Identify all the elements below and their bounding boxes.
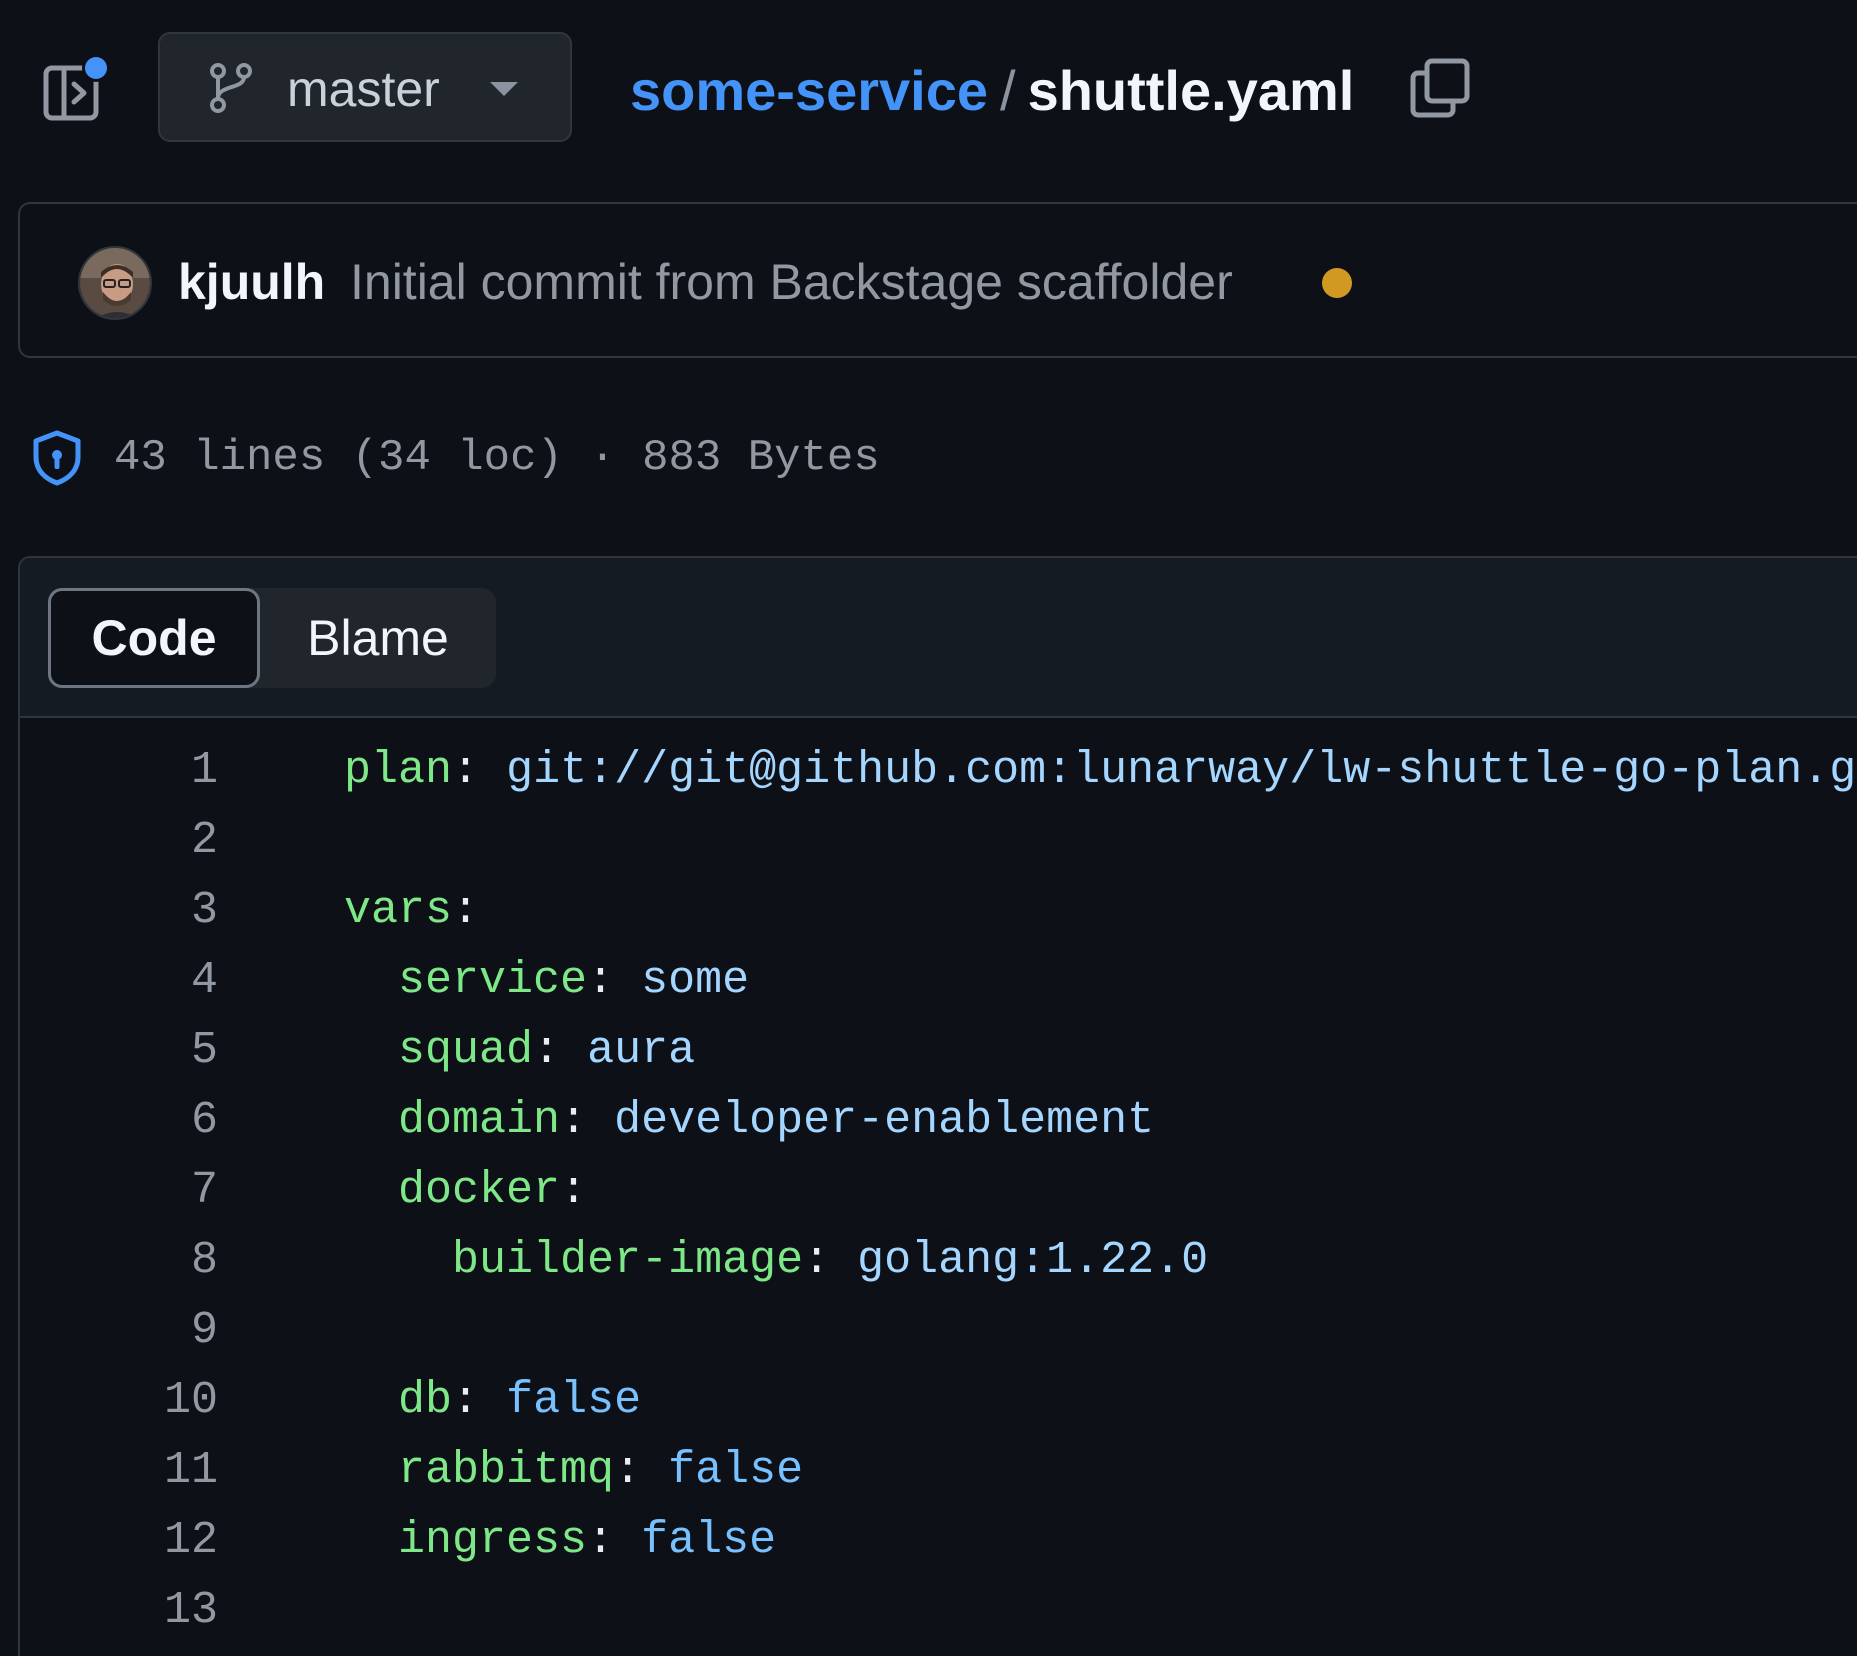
file-viewer-header: Code Blame	[20, 558, 1857, 718]
yaml-colon: :	[533, 1025, 561, 1076]
yaml-colon: :	[803, 1235, 831, 1286]
commit-author-link[interactable]: kjuulh	[178, 252, 325, 312]
line-number[interactable]: 1	[20, 736, 218, 806]
code-content: service: some	[344, 946, 749, 1016]
file-header-bar: master some-service / shuttle.yaml	[0, 0, 1857, 176]
yaml-key: docker	[398, 1165, 561, 1216]
code-line: 7 docker:	[20, 1156, 1857, 1226]
code-line: 6 domain: developer-enablement	[20, 1086, 1857, 1156]
yaml-value: false	[641, 1515, 777, 1566]
line-number[interactable]: 12	[20, 1506, 218, 1576]
yaml-value: developer-enablement	[614, 1095, 1155, 1146]
code-content: domain: developer-enablement	[344, 1086, 1154, 1156]
notification-dot	[85, 57, 107, 79]
file-viewer: Code Blame 1 plan: git://git@github.com:l…	[18, 556, 1857, 1656]
yaml-key: plan	[344, 745, 453, 796]
code-content: squad: aura	[344, 1016, 695, 1086]
code-content: rabbitmq: false	[344, 1436, 803, 1506]
code-line: 11 rabbitmq: false	[20, 1436, 1857, 1506]
code-line: 3 vars:	[20, 876, 1857, 946]
latest-commit-box: kjuulh Initial commit from Backstage sca…	[18, 202, 1857, 358]
yaml-value: false	[506, 1375, 642, 1426]
code-content: vars:	[344, 876, 479, 946]
code-content: plan: git://git@github.com:lunarway/lw-s…	[344, 736, 1857, 806]
view-mode-toggle: Code Blame	[48, 588, 496, 688]
yaml-value: git://git@github.com:lunarway/lw-shuttle…	[506, 745, 1857, 796]
status-pending-icon[interactable]	[1322, 268, 1352, 298]
breadcrumb-repo-link[interactable]: some-service	[630, 59, 988, 122]
code-content: db: false	[344, 1366, 641, 1436]
yaml-value: some	[641, 955, 750, 1006]
breadcrumb-file-name: shuttle.yaml	[1027, 59, 1355, 122]
commit-message-link[interactable]: Initial commit from Backstage scaffolder	[350, 252, 1233, 312]
avatar[interactable]	[78, 246, 152, 320]
yaml-colon: :	[587, 955, 615, 1006]
chevron-down-icon	[490, 82, 518, 96]
code-line: 2	[20, 806, 1857, 876]
line-number[interactable]: 2	[20, 806, 218, 876]
yaml-key: squad	[398, 1025, 534, 1076]
yaml-key: domain	[398, 1095, 561, 1146]
yaml-key: rabbitmq	[398, 1445, 615, 1496]
yaml-colon: :	[560, 1165, 588, 1216]
yaml-value: false	[668, 1445, 804, 1496]
line-number[interactable]: 9	[20, 1296, 218, 1366]
yaml-key: db	[398, 1375, 453, 1426]
line-number[interactable]: 7	[20, 1156, 218, 1226]
branch-name: master	[287, 61, 440, 117]
line-number[interactable]: 8	[20, 1226, 218, 1296]
yaml-value: golang:1.22.0	[857, 1235, 1209, 1286]
code-content: builder-image: golang:1.22.0	[344, 1226, 1208, 1296]
yaml-colon: :	[560, 1095, 588, 1146]
yaml-colon: :	[452, 745, 480, 796]
line-number[interactable]: 6	[20, 1086, 218, 1156]
tab-blame[interactable]: Blame	[260, 588, 496, 688]
branch-selector-button[interactable]: master	[158, 32, 572, 142]
code-line: 1 plan: git://git@github.com:lunarway/lw-…	[20, 736, 1857, 806]
file-stats: 43 lines (34 loc) · 883 Bytes	[114, 433, 880, 483]
breadcrumb-separator: /	[1000, 59, 1016, 122]
code-content: docker:	[344, 1156, 587, 1226]
yaml-colon: :	[587, 1515, 615, 1566]
code-content: ingress: false	[344, 1506, 776, 1576]
code-line: 9	[20, 1296, 1857, 1366]
shield-lock-icon	[30, 429, 84, 487]
line-number[interactable]: 11	[20, 1436, 218, 1506]
yaml-key: service	[398, 955, 588, 1006]
code-line: 10 db: false	[20, 1366, 1857, 1436]
code-line: 12 ingress: false	[20, 1506, 1857, 1576]
code-line: 4 service: some	[20, 946, 1857, 1016]
tab-code[interactable]: Code	[48, 588, 260, 688]
file-info: 43 lines (34 loc) · 883 Bytes	[30, 428, 880, 488]
code-line: 5 squad: aura	[20, 1016, 1857, 1086]
code-line: 8 builder-image: golang:1.22.0	[20, 1226, 1857, 1296]
yaml-colon: :	[452, 885, 480, 936]
sidebar-expand-icon[interactable]	[40, 54, 110, 124]
line-number[interactable]: 4	[20, 946, 218, 1016]
yaml-key: builder-image	[452, 1235, 804, 1286]
copy-icon[interactable]	[1410, 58, 1470, 118]
yaml-key: ingress	[398, 1515, 588, 1566]
yaml-key: vars	[344, 885, 453, 936]
yaml-colon: :	[614, 1445, 642, 1496]
yaml-value: aura	[587, 1025, 696, 1076]
code-line: 13	[20, 1576, 1857, 1646]
line-number[interactable]: 13	[20, 1576, 218, 1646]
line-number[interactable]: 3	[20, 876, 218, 946]
yaml-colon: :	[452, 1375, 480, 1426]
line-number[interactable]: 10	[20, 1366, 218, 1436]
line-number[interactable]: 5	[20, 1016, 218, 1086]
git-branch-icon	[208, 63, 254, 113]
breadcrumb: some-service / shuttle.yaml	[630, 56, 1354, 126]
